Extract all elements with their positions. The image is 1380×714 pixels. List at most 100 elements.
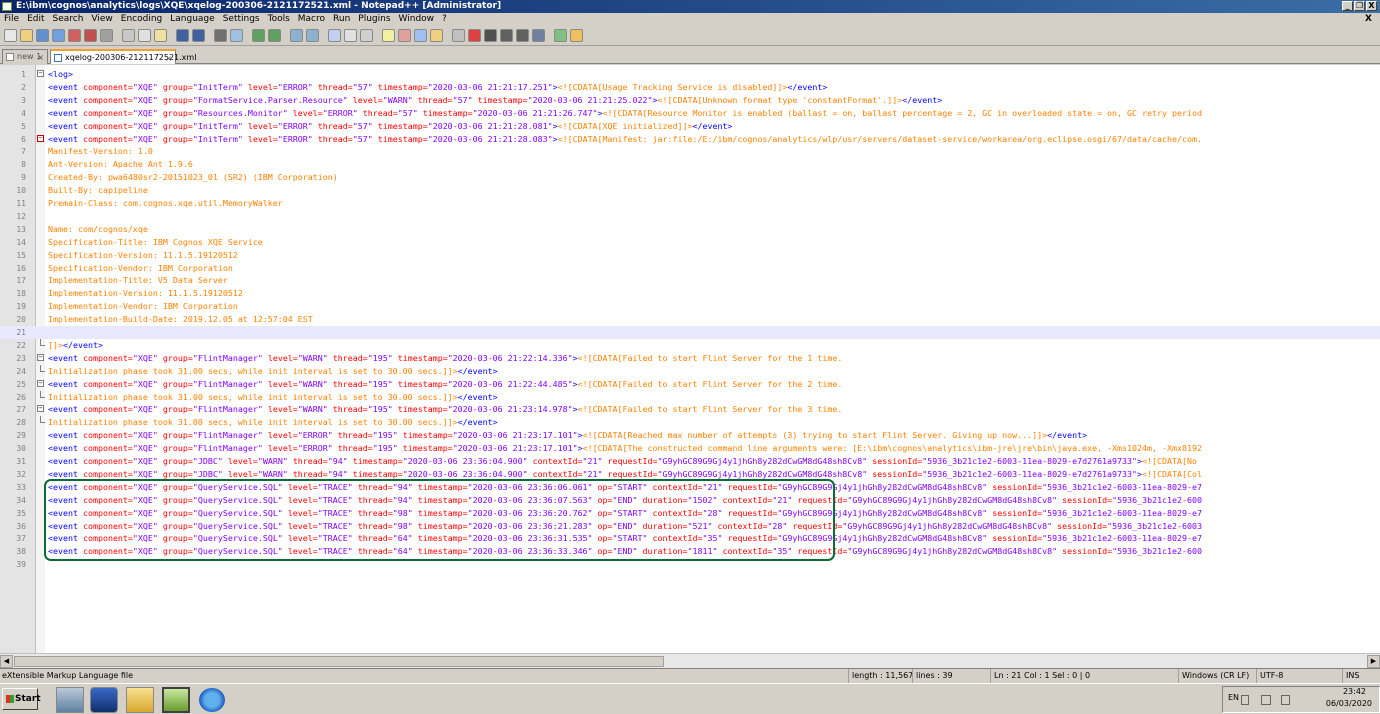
clock-time[interactable]: 23:42 <box>1343 687 1366 696</box>
code-line[interactable]: 7 Manifest-Version: 1.0 <box>0 145 1380 158</box>
code-line[interactable]: 24 Initialization phase took 31.00 secs, … <box>0 364 1380 378</box>
code-line[interactable]: 28 Initialization phase took 31.00 secs, … <box>0 416 1380 429</box>
code-line[interactable]: 27 − <event component="XQE" group="FlintMa… <box>0 403 1380 416</box>
fold-collapse-icon[interactable]: − <box>37 134 44 142</box>
notepadpp-icon[interactable] <box>162 687 190 713</box>
find-icon[interactable] <box>214 29 227 42</box>
play-macro-icon[interactable] <box>500 29 513 42</box>
menu-view[interactable]: View <box>87 13 116 26</box>
sync-horizontal-icon[interactable] <box>306 29 319 42</box>
code-line[interactable]: 6 − <event component="XQE" group="InitTerm… <box>0 133 1380 146</box>
server-manager-icon[interactable] <box>56 687 84 713</box>
code-line[interactable]: 1 − <log> <box>0 68 1380 81</box>
code-line[interactable]: 13 Name: com/cognos/xqe <box>0 223 1380 236</box>
undo-icon[interactable] <box>176 29 189 42</box>
zoom-out-icon[interactable] <box>268 29 281 42</box>
code-line[interactable]: 21 <box>0 326 1380 339</box>
editor-area[interactable]: 1− <log> 2 <event component="XQE" group="In… <box>0 65 1380 653</box>
code-line[interactable]: 2 <event component="XQE" group="InitTerm"… <box>0 81 1380 94</box>
close-all-icon[interactable] <box>84 29 97 42</box>
code-line[interactable]: 14 Specification-Title: IBM Cognos XQE Se… <box>0 236 1380 249</box>
code-line[interactable]: 16 Specification-Vendor: IBM Corporation <box>0 262 1380 275</box>
menu-macro[interactable]: Macro <box>294 13 329 26</box>
flag-icon[interactable] <box>1261 695 1271 705</box>
menu-language[interactable]: Language <box>166 13 218 26</box>
copy-icon[interactable] <box>138 29 151 42</box>
all-chars-icon[interactable] <box>344 29 357 42</box>
scroll-right-icon[interactable]: ▶ <box>1367 655 1380 668</box>
menu-help[interactable]: ? <box>438 13 451 26</box>
minimize-button[interactable]: _ <box>1342 1 1353 11</box>
start-button[interactable]: Start <box>2 688 41 710</box>
code-line[interactable]: 10 Built-By: capipeline <box>0 184 1380 197</box>
save-all-icon[interactable] <box>52 29 65 42</box>
powershell-icon[interactable] <box>90 687 118 713</box>
replace-icon[interactable] <box>230 29 243 42</box>
menu-plugins[interactable]: Plugins <box>354 13 394 26</box>
close-icon[interactable] <box>68 29 81 42</box>
scroll-left-icon[interactable]: ◀ <box>0 655 13 668</box>
tab-new-1[interactable]: new 1 × <box>2 49 48 64</box>
network-icon[interactable] <box>1241 695 1249 705</box>
menu-run[interactable]: Run <box>329 13 354 26</box>
tab-close-icon[interactable]: × <box>165 52 172 65</box>
menu-settings[interactable]: Settings <box>219 13 264 26</box>
redo-icon[interactable] <box>192 29 205 42</box>
open-icon[interactable] <box>20 29 33 42</box>
code-line[interactable]: 11 Premain-Class: com.cognos.xqe.util.Mem… <box>0 197 1380 210</box>
fold-collapse-icon[interactable]: − <box>37 405 44 413</box>
status-encoding[interactable]: UTF-8 <box>1256 669 1283 683</box>
code-line[interactable]: 5 <event component="XQE" group="InitTerm"… <box>0 120 1380 133</box>
code-line[interactable]: 29 <event component="XQE" group="FlintMan… <box>0 429 1380 442</box>
save-macro-icon[interactable] <box>532 29 545 42</box>
cut-icon[interactable] <box>122 29 135 42</box>
fold-collapse-icon[interactable]: − <box>37 353 44 361</box>
sync-vertical-icon[interactable] <box>290 29 303 42</box>
stop-macro-icon[interactable] <box>484 29 497 42</box>
menu-tools[interactable]: Tools <box>264 13 294 26</box>
explorer-icon[interactable] <box>126 687 154 713</box>
word-wrap-icon[interactable] <box>328 29 341 42</box>
code-line[interactable]: 19 Implementation-Vendor: IBM Corporation <box>0 300 1380 313</box>
internet-explorer-icon[interactable] <box>198 687 226 713</box>
save-icon[interactable] <box>36 29 49 42</box>
code-line[interactable]: 3 <event component="XQE" group="FormatSer… <box>0 94 1380 107</box>
status-eol[interactable]: Windows (CR LF) <box>1178 669 1249 683</box>
code-line[interactable]: 8 Ant-Version: Apache Ant 1.9.6 <box>0 158 1380 171</box>
folder-workspace-icon[interactable] <box>430 29 443 42</box>
paste-icon[interactable] <box>154 29 167 42</box>
code-line[interactable]: 23 − <event component="XQE" group="FlintMa… <box>0 352 1380 365</box>
monitor-icon[interactable] <box>452 29 465 42</box>
code-line[interactable]: 30 <event component="XQE" group="FlintMan… <box>0 442 1380 455</box>
menu-window[interactable]: Window <box>395 13 439 26</box>
plugin-icon[interactable] <box>570 29 583 42</box>
lang-icon[interactable] <box>382 29 395 42</box>
code-line[interactable]: 31 <event component="XQE" group="JDBC" le… <box>0 455 1380 468</box>
menu-edit[interactable]: Edit <box>23 13 48 26</box>
tab-close-icon[interactable]: × <box>37 51 44 64</box>
code-line[interactable]: 20 Implementation-Build-Date: 2019.12.05 … <box>0 313 1380 326</box>
menu-encoding[interactable]: Encoding <box>117 13 166 26</box>
clock-date[interactable]: 06/03/2020 <box>1326 699 1372 708</box>
horizontal-scrollbar[interactable]: ◀ ▶ <box>0 653 1380 668</box>
scroll-thumb[interactable] <box>14 656 664 667</box>
tab-xqelog[interactable]: xqelog-200306-2121172521.xml × <box>50 49 196 65</box>
play-multiple-icon[interactable] <box>516 29 529 42</box>
code-line[interactable]: 12 <box>0 210 1380 223</box>
zoom-in-icon[interactable] <box>252 29 265 42</box>
code-line[interactable]: 17 Implementation-Title: V5 Data Server <box>0 274 1380 287</box>
code-line[interactable]: 25 − <event component="XQE" group="FlintMa… <box>0 378 1380 391</box>
volume-icon[interactable] <box>1281 695 1290 705</box>
fold-collapse-icon[interactable]: − <box>37 70 44 77</box>
record-macro-icon[interactable] <box>468 29 481 42</box>
indent-guide-icon[interactable] <box>360 29 373 42</box>
code-line[interactable]: 22]]></event> <box>0 338 1380 352</box>
close-document-button[interactable]: X <box>1361 13 1376 26</box>
menu-file[interactable]: File <box>0 13 23 26</box>
code-line[interactable]: 9 Created-By: pwa6480sr2-20151023_01 (SR2… <box>0 171 1380 184</box>
print-icon[interactable] <box>100 29 113 42</box>
function-list-icon[interactable] <box>414 29 427 42</box>
code-line[interactable]: 15 Specification-Version: 11.1.5.19120512 <box>0 249 1380 262</box>
code-line[interactable]: 26 Initialization phase took 31.00 secs, … <box>0 390 1380 404</box>
code-line[interactable]: 4 <event component="XQE" group="Resources… <box>0 107 1380 120</box>
